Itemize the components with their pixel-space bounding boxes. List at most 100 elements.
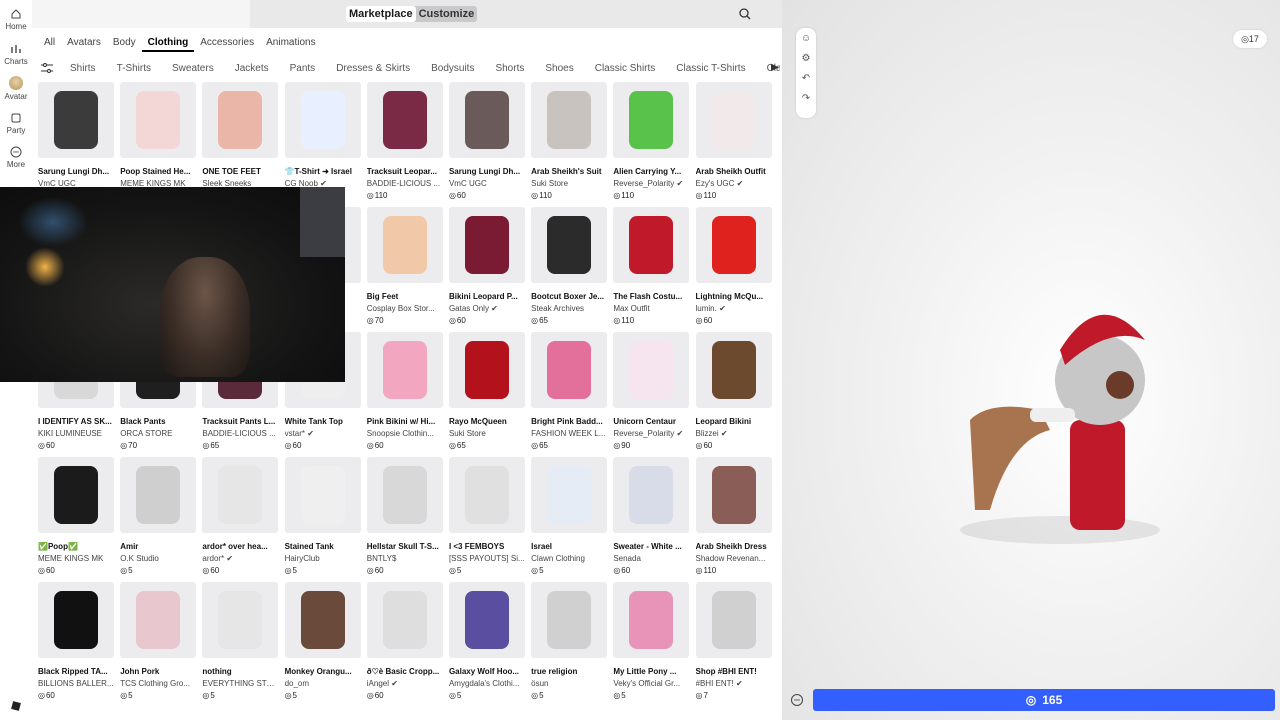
item-card[interactable]: John Pork TCS Clothing Gro... 5 [120,582,202,707]
item-card[interactable]: Big Feet Cosplay Box Stor... 70 [366,207,449,332]
item-card[interactable]: Pink Bikini w/ Hi... Snoopsie Clothin... 6… [366,332,449,457]
item-name[interactable]: ð♡è Basic Cropp... [367,667,443,676]
head-view-icon[interactable]: ☺ [796,28,816,48]
subtab-bodysuits[interactable]: Bodysuits [431,63,474,74]
item-creator[interactable]: BADDIE-LICIOUS ... [202,429,278,438]
item-name[interactable]: I <3 FEMBOYS [449,542,525,551]
item-card[interactable]: Bootcut Boxer Je... Steak Archives 65 [531,207,613,332]
item-thumbnail[interactable] [284,82,361,158]
item-card[interactable]: Black Ripped TA... BILLIONS BALLER... 60 [38,582,120,707]
item-creator[interactable]: VmC UGC [449,179,525,188]
item-name[interactable]: My Little Pony ... [613,667,689,676]
item-thumbnail[interactable] [695,82,772,158]
item-thumbnail[interactable] [38,82,114,158]
item-creator[interactable]: EVERYTHING STO... [202,679,278,688]
item-creator[interactable]: Amygdala's Clothi... [449,679,525,688]
item-creator[interactable]: BADDIE-LICIOUS ... [367,179,443,188]
item-creator[interactable]: vstar* ✔ [285,429,361,438]
item-creator[interactable]: BNTLY$ [367,554,443,563]
subtab-classic-t-shirts[interactable]: Classic T-Shirts [676,63,745,74]
search-icon[interactable] [738,7,752,21]
item-name[interactable]: Sarung Lungi Dh... [38,167,114,176]
item-card[interactable]: Arab Sheikh Dress Shadow Revenan... 110 [695,457,778,582]
item-creator[interactable]: Blizzei ✔ [696,429,772,438]
item-card[interactable]: Hellstar Skull T-S... BNTLY$ 60 [366,457,449,582]
item-card[interactable]: The Flash Costu... Max Outfit 110 [613,207,695,332]
item-card[interactable]: Unicorn Centaur Reverse_Polarity ✔ 90 [613,332,695,457]
item-name[interactable]: Leopard Bikini [696,417,772,426]
tab-animations[interactable]: Animations [260,36,321,52]
subtab-shoes[interactable]: Shoes [545,63,573,74]
filter-icon[interactable] [40,62,54,74]
item-name[interactable]: Lightning McQu... [696,292,772,301]
item-name[interactable]: Poop Stained He... [120,167,196,176]
item-creator[interactable]: Gatas Only ✔ [449,304,525,313]
item-creator[interactable]: Clawn Clothing [531,554,607,563]
item-card[interactable]: Sarung Lungi Dh... VmC UGC 60 [448,82,531,207]
item-name[interactable]: Shop #BHI ENT! [696,667,772,676]
item-card[interactable]: Alien Carrying Y... Reverse_Polarity ✔ 110 [613,82,695,207]
item-name[interactable]: ONE TOE FEET [202,167,278,176]
item-creator[interactable]: Reverse_Polarity ✔ [613,429,689,438]
subtab-sweaters[interactable]: Sweaters [172,63,214,74]
item-thumbnail[interactable] [448,207,525,283]
item-thumbnail[interactable] [695,207,772,283]
item-thumbnail[interactable] [613,457,690,533]
item-thumbnail[interactable] [202,82,279,158]
item-card[interactable]: ✅Poop✅ MEME KINGS MK 60 [38,457,120,582]
item-thumbnail[interactable] [695,457,772,533]
undo-icon[interactable]: ↶ [796,68,816,88]
roblox-logo-icon[interactable] [10,700,22,712]
item-thumbnail[interactable] [531,332,608,408]
rail-item-party[interactable]: Party [0,112,32,135]
item-thumbnail[interactable] [448,332,525,408]
item-creator[interactable]: Suki Store [531,179,607,188]
item-card[interactable]: Amir O.K Studio 5 [120,457,202,582]
item-name[interactable]: Black Pants [120,417,196,426]
item-creator[interactable]: [SSS PAYOUTS] Si... [449,554,525,563]
rail-item-avatar[interactable]: Avatar [0,76,32,101]
settings-icon[interactable]: ⚙ [796,48,816,68]
robux-balance[interactable]: ◎17 [1233,30,1267,48]
item-card[interactable]: Galaxy Wolf Hoo... Amygdala's Clothi... 5 [448,582,531,707]
item-thumbnail[interactable] [120,582,197,658]
item-card[interactable]: nothing EVERYTHING STO... 5 [202,582,284,707]
item-name[interactable]: Arab Sheikh Dress [696,542,772,551]
item-name[interactable]: John Pork [120,667,196,676]
item-thumbnail[interactable] [120,82,197,158]
item-thumbnail[interactable] [531,582,608,658]
item-name[interactable]: Arab Sheikh Outfit [696,167,772,176]
item-thumbnail[interactable] [366,82,443,158]
item-card[interactable]: Monkey Orangu... do_om 5 [284,582,367,707]
item-creator[interactable]: ORCA STORE [120,429,196,438]
item-name[interactable]: Rayo McQueen [449,417,525,426]
item-name[interactable]: ✅Poop✅ [38,542,114,551]
item-card[interactable]: true religion ösun 5 [531,582,613,707]
item-thumbnail[interactable] [448,582,525,658]
subtab-classic-shirts[interactable]: Classic Shirts [595,63,656,74]
item-creator[interactable]: Senada [613,554,689,563]
item-thumbnail[interactable] [284,457,361,533]
item-thumbnail[interactable] [695,332,772,408]
item-creator[interactable]: Ezy's UGC ✔ [696,179,772,188]
item-name[interactable]: Unicorn Centaur [613,417,689,426]
subtab-jackets[interactable]: Jackets [235,63,269,74]
item-name[interactable]: Big Feet [367,292,443,301]
tab-accessories[interactable]: Accessories [194,36,260,52]
item-name[interactable]: I IDENTIFY AS SK... [38,417,114,426]
item-name[interactable]: Arab Sheikh's Suit [531,167,607,176]
item-name[interactable]: Bikini Leopard P... [449,292,525,301]
item-card[interactable]: Bright Pink Badd... FASHION WEEK L... 65 [531,332,613,457]
item-creator[interactable]: HairyClub [285,554,361,563]
item-name[interactable]: Hellstar Skull T-S... [367,542,443,551]
item-card[interactable]: Leopard Bikini Blizzei ✔ 60 [695,332,778,457]
item-name[interactable]: Tracksuit Leopar... [367,167,443,176]
rail-item-more[interactable]: More [0,146,32,169]
item-thumbnail[interactable] [448,457,525,533]
item-thumbnail[interactable] [38,582,114,658]
item-creator[interactable]: Suki Store [449,429,525,438]
item-thumbnail[interactable] [202,457,279,533]
item-creator[interactable]: Shadow Revenan... [696,554,772,563]
item-name[interactable]: Bootcut Boxer Je... [531,292,607,301]
tab-marketplace[interactable]: Marketplace [346,6,416,22]
